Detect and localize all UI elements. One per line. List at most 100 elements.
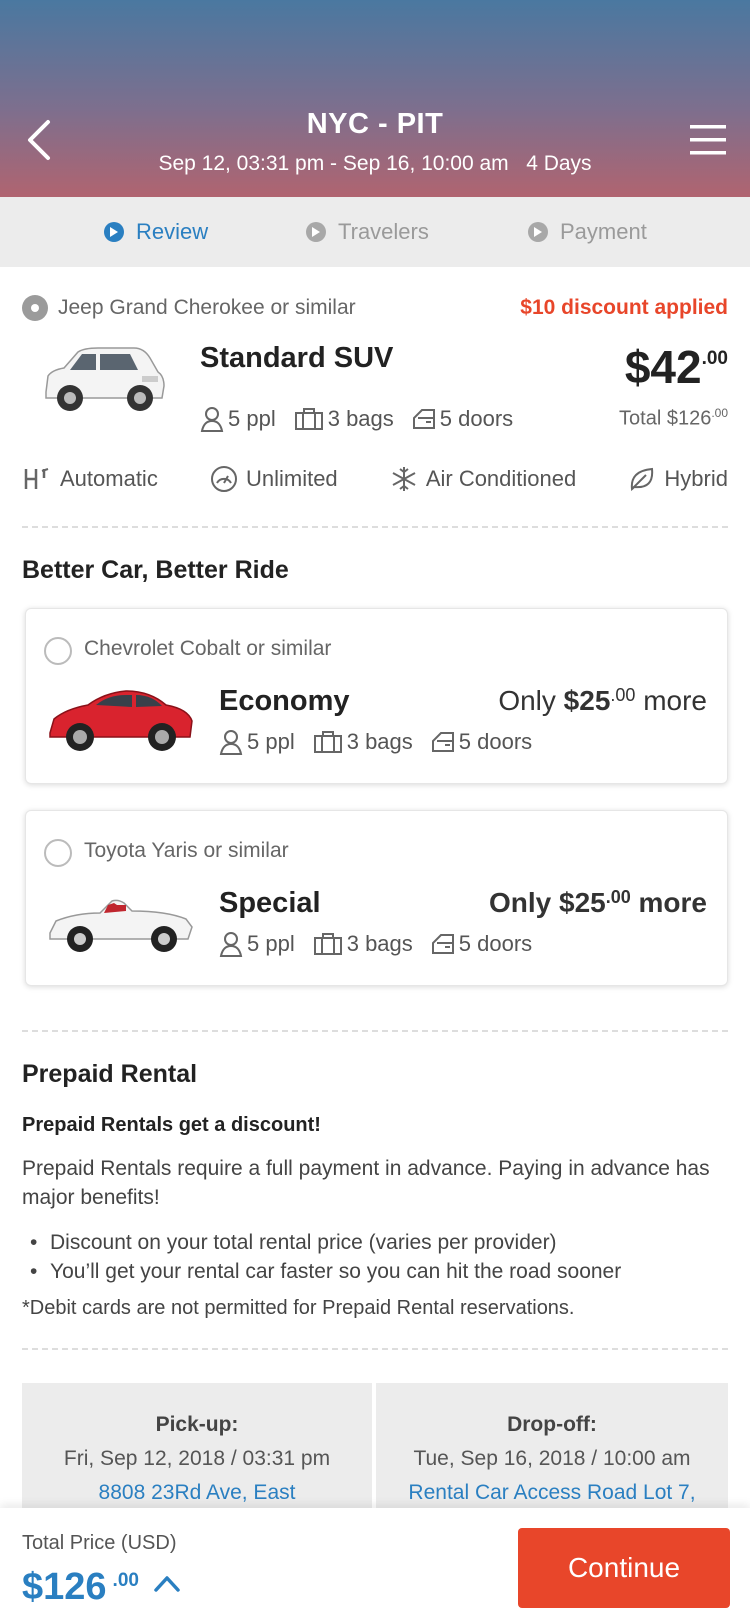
step-travelers-icon xyxy=(306,222,326,242)
hamburger-icon xyxy=(690,125,726,155)
economy-car-image xyxy=(46,679,196,764)
divider xyxy=(22,1348,728,1350)
special-car-image xyxy=(46,881,196,966)
dropoff-address-link[interactable]: Rental Car Access Road Lot 7, xyxy=(376,1481,728,1505)
progress-steps: Review Travelers Payment xyxy=(0,197,750,267)
spec-bags-label: 3 bags xyxy=(346,729,413,754)
step-travelers[interactable]: Travelers xyxy=(306,219,429,245)
option-more-label: more xyxy=(638,887,707,918)
feature-automatic-label: Automatic xyxy=(60,466,158,491)
pickup-address-link[interactable]: 8808 23Rd Ave, East xyxy=(22,1481,372,1505)
spec-people: 5 ppl xyxy=(200,406,276,432)
option-more-label: more xyxy=(643,685,707,716)
spec-doors: 5 doors xyxy=(412,406,513,432)
total-price-main: Total $126 xyxy=(619,407,712,430)
spec-people: 5 ppl xyxy=(219,931,295,957)
gearshift-icon xyxy=(24,468,49,489)
option-price-delta: Only $25.00 more xyxy=(498,685,707,717)
feature-unlimited: Unlimited xyxy=(210,465,338,493)
date-range: Sep 12, 03:31 pm - Sep 16, 10:00 am xyxy=(158,152,509,175)
total-price-label: Total Price (USD) xyxy=(22,1532,177,1554)
speedometer-icon xyxy=(210,466,237,492)
spec-people-label: 5 ppl xyxy=(247,931,295,956)
spec-bags: 3 bags xyxy=(313,931,413,957)
snowflake-icon xyxy=(392,467,416,491)
person-icon xyxy=(200,407,224,432)
daily-price: $42.00 xyxy=(625,340,728,394)
selected-car-similar[interactable]: Jeep Grand Cherokee or similar xyxy=(22,295,356,321)
spec-people: 5 ppl xyxy=(219,729,295,755)
feature-air-conditioned-label: Air Conditioned xyxy=(425,466,577,491)
option-price-cents: .00 xyxy=(610,685,636,705)
feature-automatic: Automatic xyxy=(22,465,158,493)
option-specs: 5 ppl 3 bags 5 doors xyxy=(219,931,550,957)
divider xyxy=(22,526,728,528)
option-price-delta: Only $25.00 more xyxy=(489,887,707,919)
pickup-date: Fri, Sep 12, 2018 / 03:31 pm xyxy=(63,1447,331,1470)
trip-dates: Sep 12, 03:31 pm - Sep 16, 10:00 am 4 Da… xyxy=(0,152,750,176)
prepaid-description: Prepaid Rentals require a full payment i… xyxy=(22,1157,710,1209)
person-icon xyxy=(219,932,243,957)
upgrade-option-economy[interactable]: Chevrolet Cobalt or similar Economy Only… xyxy=(25,608,728,784)
spec-bags-label: 3 bags xyxy=(346,931,413,956)
feature-air-conditioned: Air Conditioned xyxy=(390,465,576,493)
benefit-item: You’ll get your rental car faster so you… xyxy=(30,1257,621,1286)
selected-car-similar-label: Jeep Grand Cherokee or similar xyxy=(58,296,356,319)
upgrade-option-special[interactable]: Toyota Yaris or similar Special Only $25… xyxy=(25,810,728,986)
discount-badge: $10 discount applied xyxy=(520,296,728,319)
continue-button[interactable]: Continue xyxy=(518,1528,730,1608)
spec-doors: 5 doors xyxy=(431,729,532,755)
person-icon xyxy=(219,730,243,755)
selected-car-name: Standard SUV xyxy=(200,342,394,374)
option-name: Special xyxy=(219,887,321,919)
pickup-label: Pick-up: xyxy=(155,1413,239,1436)
spec-bags: 3 bags xyxy=(294,406,394,432)
menu-button[interactable] xyxy=(688,122,728,158)
option-price-cents: .00 xyxy=(605,887,631,907)
option-price: $25 xyxy=(563,685,611,716)
total-price-cents: .00 xyxy=(711,406,728,420)
divider xyxy=(22,1030,728,1032)
spec-doors-label: 5 doors xyxy=(458,729,533,754)
total-price-toggle[interactable]: $126.00 xyxy=(22,1566,181,1609)
luggage-icon xyxy=(313,731,342,753)
radio-unselected-icon[interactable] xyxy=(44,839,72,867)
radio-selected-icon[interactable] xyxy=(22,295,48,321)
total-price-cents: .00 xyxy=(112,1570,139,1591)
route-title: NYC - PIT xyxy=(306,108,444,140)
radio-unselected-icon[interactable] xyxy=(44,637,72,665)
daily-price-main: $42 xyxy=(624,341,702,393)
step-travelers-label: Travelers xyxy=(338,219,429,244)
car-features: Automatic Unlimited Air Conditioned Hybr… xyxy=(22,465,728,493)
option-only-label: Only xyxy=(498,685,556,716)
checkout-footer: Total Price (USD) $126.00 Continue xyxy=(0,1508,750,1623)
luggage-icon xyxy=(294,408,323,430)
app-header: NYC - PIT Sep 12, 03:31 pm - Sep 16, 10:… xyxy=(0,0,750,197)
option-name: Economy xyxy=(219,685,350,717)
step-payment[interactable]: Payment xyxy=(528,219,647,245)
selected-car-header: Jeep Grand Cherokee or similar $10 disco… xyxy=(22,295,728,321)
prepaid-note: *Debit cards are not permitted for Prepa… xyxy=(22,1297,575,1319)
spec-doors-label: 5 doors xyxy=(458,931,533,956)
option-specs: 5 ppl 3 bags 5 doors xyxy=(219,729,550,755)
spec-people-label: 5 ppl xyxy=(247,729,295,754)
feature-hybrid-label: Hybrid xyxy=(664,466,728,491)
total-price-amount: $126 xyxy=(22,1566,107,1608)
chevron-up-icon[interactable] xyxy=(153,1572,181,1594)
car-door-icon xyxy=(431,732,454,752)
car-door-icon xyxy=(412,409,435,429)
step-review[interactable]: Review xyxy=(104,219,208,245)
step-review-icon xyxy=(104,222,124,242)
selected-car-specs: 5 ppl 3 bags 5 doors xyxy=(200,406,531,432)
suv-car-image xyxy=(38,342,168,423)
option-similar-label: Chevrolet Cobalt or similar xyxy=(84,637,332,660)
option-price: $25 xyxy=(559,887,606,918)
pickup-panel: Pick-up: Fri, Sep 12, 2018 / 03:31 pm 88… xyxy=(22,1383,372,1523)
luggage-icon xyxy=(313,933,342,955)
feature-unlimited-label: Unlimited xyxy=(245,466,338,491)
leaf-icon xyxy=(631,467,654,492)
step-payment-icon xyxy=(528,222,548,242)
feature-hybrid: Hybrid xyxy=(628,465,728,493)
dropoff-label: Drop-off: xyxy=(507,1413,597,1436)
prepaid-title: Prepaid Rental xyxy=(22,1060,198,1088)
